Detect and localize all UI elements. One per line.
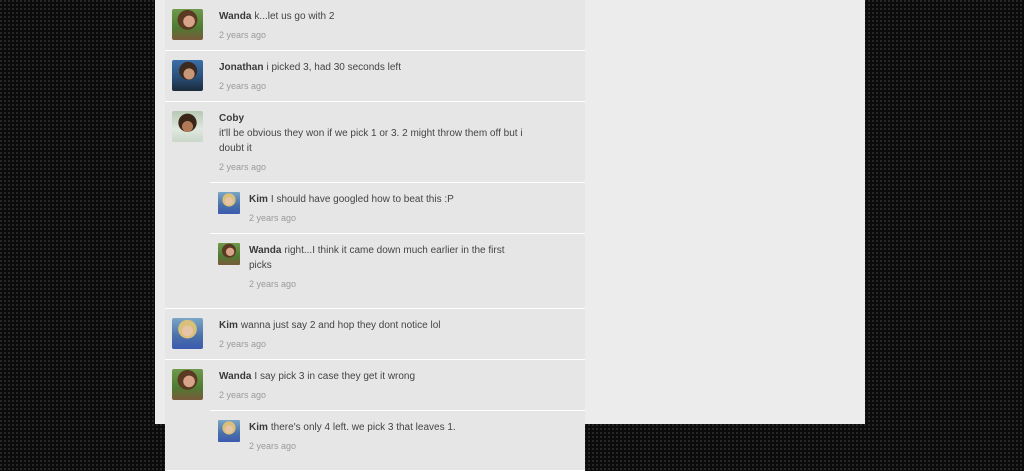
comment-text: I say pick 3 in case they get it wrong <box>254 371 416 382</box>
reply-list: Kim there's only 4 left. we pick 3 that l… <box>210 410 585 461</box>
avatar[interactable] <box>172 318 203 349</box>
reply-timestamp: 2 years ago <box>249 441 297 451</box>
avatar[interactable] <box>172 60 203 91</box>
comment: Wanda k...let us go with 2 2 years ago <box>165 0 585 51</box>
reply: Kim there's only 4 left. we pick 3 that l… <box>210 410 585 461</box>
comment-text: i picked 3, had 30 seconds left <box>266 62 401 73</box>
comment-timestamp: 2 years ago <box>219 390 267 400</box>
comment: Jonathan i picked 3, had 30 seconds left … <box>165 51 585 102</box>
reply-timestamp: 2 years ago <box>249 279 297 289</box>
comment: Kim wanna just say 2 and hop they dont no… <box>165 309 585 360</box>
comment-text: k...let us go with 2 <box>254 11 335 22</box>
avatar[interactable] <box>172 369 203 400</box>
comment-timestamp: 2 years ago <box>219 339 267 349</box>
comment-timestamp: 2 years ago <box>219 30 267 40</box>
comment-author[interactable]: Kim <box>219 320 238 331</box>
reply: Wanda right...I think it came down much e… <box>210 233 585 299</box>
reply-timestamp: 2 years ago <box>249 213 297 223</box>
comment-text: it'll be obvious they won if we pick 1 o… <box>219 128 523 154</box>
comment-text: wanna just say 2 and hop they dont notic… <box>240 320 441 331</box>
comment-author[interactable]: Wanda <box>219 371 251 382</box>
reply-author[interactable]: Kim <box>249 194 268 205</box>
reply-text: right...I think it came down much earlie… <box>249 245 505 271</box>
comment-author[interactable]: Wanda <box>219 11 251 22</box>
reply-text: I should have googled how to beat this :… <box>270 194 454 205</box>
reply: Kim I should have googled how to beat thi… <box>210 182 585 233</box>
avatar[interactable] <box>218 243 240 265</box>
comment-timestamp: 2 years ago <box>219 162 267 172</box>
reply-author[interactable]: Wanda <box>249 245 281 256</box>
comment: Coby it'll be obvious they won if we pic… <box>165 102 585 309</box>
comment: Wanda I say pick 3 in case they get it wr… <box>165 360 585 471</box>
avatar[interactable] <box>172 111 203 142</box>
page-background: Wanda k...let us go with 2 2 years ago Jo… <box>155 0 865 471</box>
comment-timestamp: 2 years ago <box>219 81 267 91</box>
avatar[interactable] <box>218 420 240 442</box>
comment-author[interactable]: Jonathan <box>219 62 263 73</box>
comment-author[interactable]: Coby <box>219 113 244 124</box>
avatar[interactable] <box>172 9 203 40</box>
reply-list: Kim I should have googled how to beat thi… <box>210 182 585 299</box>
comment-thread: Wanda k...let us go with 2 2 years ago Jo… <box>165 0 585 471</box>
avatar[interactable] <box>218 192 240 214</box>
